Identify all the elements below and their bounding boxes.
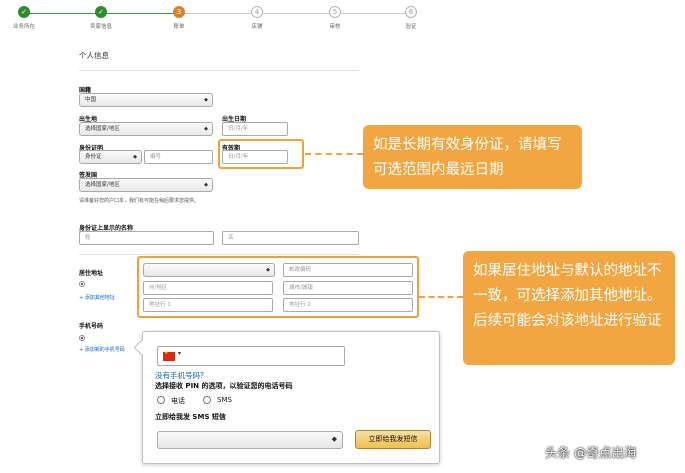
call-label: 电话 [171,397,185,405]
checkmark-icon: ✓ [18,6,30,18]
phone-radio[interactable] [79,335,85,341]
step-billing: 3 账单 [173,6,185,30]
add-address-link[interactable]: + 添加其他地址 [79,294,115,301]
step-seller-info: ✓ 卖家信息 [89,6,112,30]
watermark: 头条 @奇点出海 [545,445,637,460]
address-line2-input[interactable]: 地址行 2 [283,298,413,312]
address-line1-input[interactable]: 地址行 1 [143,298,273,312]
step-connector [179,13,411,14]
given-name-input[interactable]: 名 [222,231,359,245]
divider [79,254,359,255]
hukou-note: 请准备好您的户口本，我们有可能在稍后要求您提供。 [79,198,200,204]
chevron-down-icon: ◆ [133,154,137,160]
pin-option-text: 选择接收 PIN 的选项，以验证您的电话号码 [155,382,293,390]
postcode-input[interactable]: 邮政编码 [283,263,413,277]
sms-label: SMS [217,396,232,404]
issuing-country-select[interactable]: 选择国家/地区 ◆ [79,178,213,192]
address-connector [419,296,463,298]
id-type-select[interactable]: 身份证 ◆ [79,150,142,164]
step-business-location: ✓ 业务所在 [12,6,35,30]
no-phone-link[interactable]: 没有手机号码? [155,370,204,381]
address-label: 居住地址 [79,270,104,277]
birthplace-select[interactable]: 选择国家/地区 ◆ [79,122,213,136]
phone-number-input[interactable]: ▾ [157,346,345,366]
address-radio[interactable] [79,281,85,287]
china-flag-icon[interactable] [163,350,175,361]
section-title: 个人信息 [79,51,109,60]
call-radio[interactable] [157,396,165,404]
language-select[interactable]: ◆ [157,431,343,449]
state-input[interactable]: 州/地区 [143,281,273,295]
city-input[interactable]: 城市/城镇 [283,281,413,295]
chevron-down-icon: ◆ [204,126,208,132]
step-verify: 6 验证 [405,6,417,30]
add-phone-link[interactable]: + 添加新的手机号码 [79,346,125,353]
surname-input[interactable]: 姓 [79,231,214,245]
step-store: 4 店铺 [251,6,263,30]
address-country-select[interactable]: ◆ [143,263,275,277]
chevron-down-icon: ◆ [266,267,270,273]
chevron-down-icon: ◆ [331,435,337,443]
nationality-select[interactable]: 中国 ◆ [79,93,213,107]
step-review: 5 审核 [329,6,341,30]
divider [79,70,359,71]
validity-date-input[interactable]: 日/月/年 [222,150,288,164]
progress-stepper: ✓ 业务所在 ✓ 卖家信息 3 账单 4 店铺 5 审核 6 验证 [0,0,685,36]
send-now-text: 立即给我发 SMS 短信 [155,413,226,421]
id-number-input[interactable]: 编号 [144,150,213,164]
phone-label: 手机号码 [79,323,104,330]
phone-verification-popup: ▾ 没有手机号码? 选择接收 PIN 的选项，以验证您的电话号码 电话 SMS … [142,331,440,464]
send-sms-button[interactable]: 立即给我发短信 [355,430,431,449]
sms-radio[interactable] [203,396,211,404]
checkmark-icon: ✓ [95,6,107,18]
chevron-down-icon: ▾ [178,350,182,357]
chevron-down-icon: ◆ [204,182,208,188]
validity-tip-callout: 如是长期有效身份证，请填写可选范围内最远日期 [363,125,582,189]
validity-connector [305,153,363,155]
chevron-down-icon: ◆ [204,97,208,103]
address-tip-callout: 如果居住地址与默认的地址不一致，可选择添加其他地址。后续可能会对该地址进行验证 [463,251,675,365]
birthdate-input[interactable]: 日/月/年 [222,122,288,136]
